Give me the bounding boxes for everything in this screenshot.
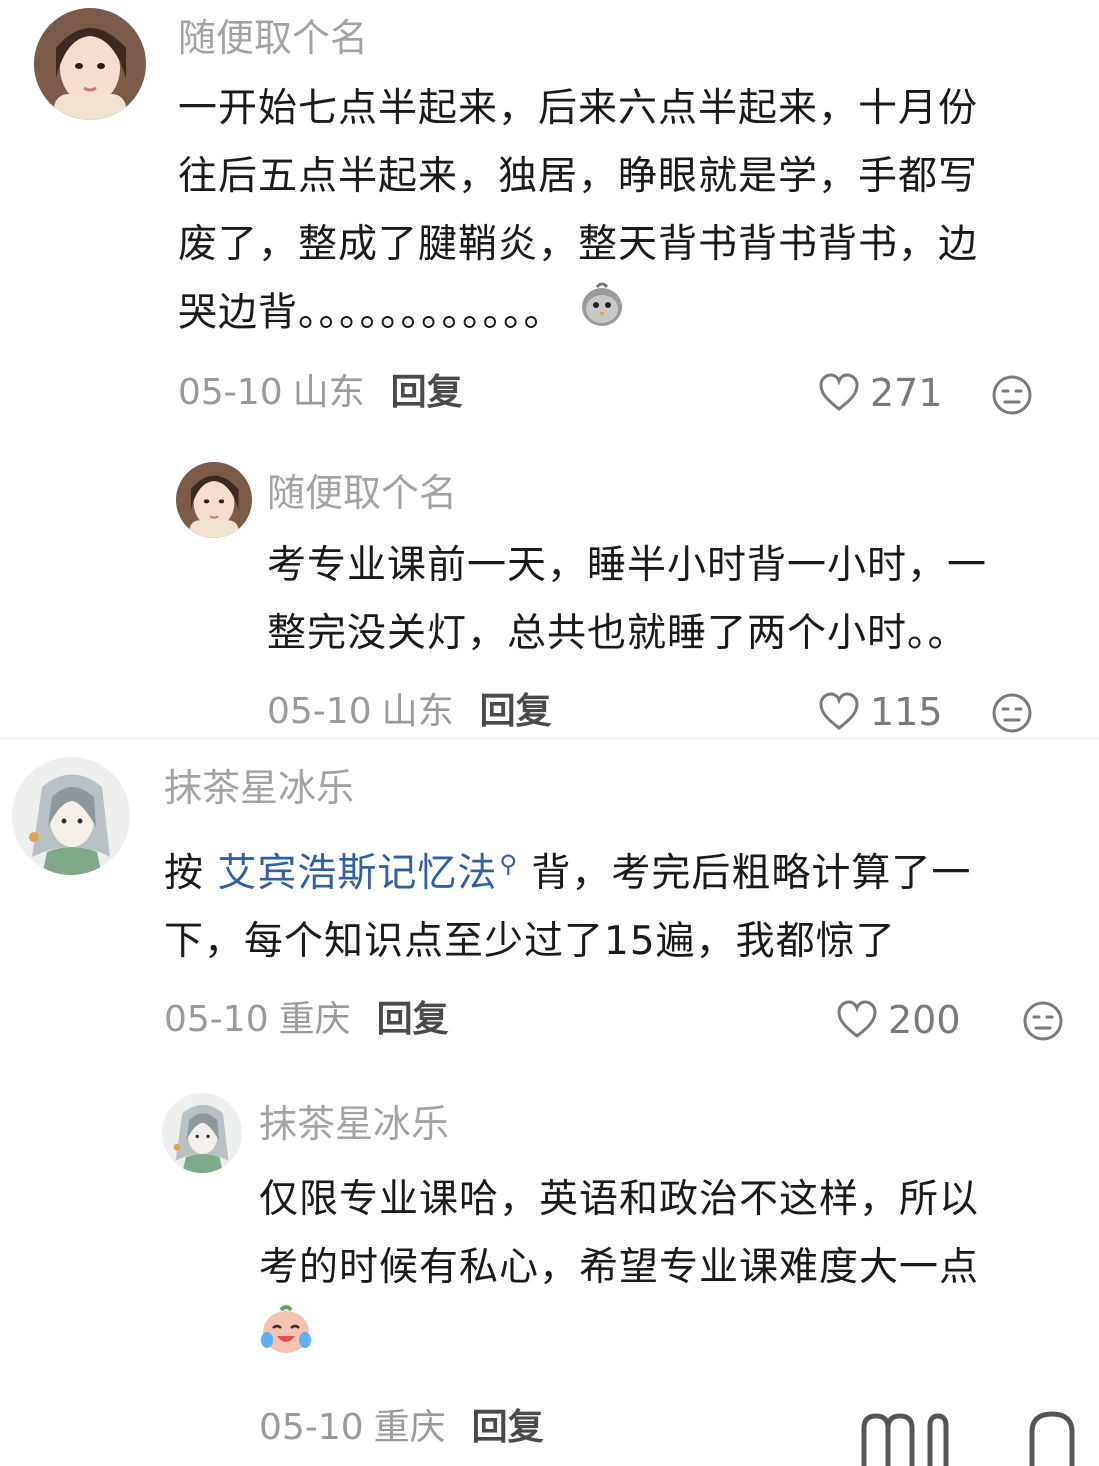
comment-line: 往后五点半起来，独居，睁眼就是学，手都写 <box>178 154 979 199</box>
comment-line-last: 哭边背。。。。。。。。。。。。 <box>178 279 978 351</box>
search-icon[interactable]: ⚲ <box>499 850 518 878</box>
neutral-face-icon[interactable] <box>1022 1000 1064 1042</box>
reply-username[interactable]: 随便取个名 <box>267 470 457 516</box>
comment-line: 废了，整成了腱鞘炎，整天背书背书背书，边 <box>178 222 979 267</box>
comment-date: 05-10 <box>178 372 283 413</box>
reply-username[interactable]: 抹茶星冰乐 <box>259 1101 449 1147</box>
like-count: 200 <box>888 998 961 1042</box>
reply-date: 05-10 <box>267 691 372 732</box>
heart-outline-icon[interactable] <box>858 1406 958 1466</box>
reply-line: 整完没关灯，总共也就睡了两个小时。。 <box>267 611 968 656</box>
heart-outline-icon <box>837 1000 877 1038</box>
like-button[interactable]: 200 <box>836 995 961 1045</box>
comment-line: 下，每个知识点至少过了15遍，我都惊了 <box>164 919 896 964</box>
heart-outline-icon <box>819 373 859 411</box>
text-prefix: 按 <box>164 851 218 896</box>
avatar-user-2[interactable] <box>12 757 130 875</box>
reply-button[interactable]: 回复 <box>391 372 463 413</box>
reply-meta: 05-10 重庆 回复 <box>259 1403 544 1453</box>
like-button[interactable]: 271 <box>818 368 943 418</box>
text-suffix: 背，考完后粗略计算了一 <box>518 851 972 896</box>
avatar-user-1[interactable] <box>34 8 146 120</box>
avatar-reply-1[interactable] <box>176 462 252 538</box>
neutral-face-icon[interactable] <box>991 692 1033 734</box>
like-count: 271 <box>870 371 943 415</box>
reply-button[interactable]: 回复 <box>480 691 552 732</box>
avatar-reply-2[interactable] <box>162 1093 242 1173</box>
thread-divider <box>0 738 1099 739</box>
reply-line: 仅限专业课哈，英语和政治不这样，所以 <box>259 1177 980 1222</box>
comment-username[interactable]: 随便取个名 <box>178 15 368 61</box>
crying-laughing-emoji <box>259 1302 313 1378</box>
like-count: 115 <box>870 690 943 734</box>
reply-line: 考的时候有私心，希望专业课难度大一点 <box>259 1245 980 1290</box>
reply-button[interactable]: 回复 <box>472 1407 544 1448</box>
comment-location: 重庆 <box>278 999 351 1040</box>
comment-text: 按 艾宾浩斯记忆法⚲ 背，考完后粗略计算了一 下，每个知识点至少过了15遍，我都… <box>164 830 971 976</box>
reply-text: 仅限专业课哈，英语和政治不这样，所以 考的时候有私心，希望专业课难度大一点 <box>259 1166 979 1378</box>
topic-link[interactable]: 艾宾浩斯记忆法 <box>217 851 497 896</box>
comment-meta: 05-10 重庆 回复 <box>164 995 449 1045</box>
like-button[interactable]: 115 <box>818 687 943 737</box>
comment-text: 一开始七点半起来，后来六点半起来，十月份 往后五点半起来，独居，睁眼就是学，手都… <box>178 75 978 351</box>
reply-meta: 05-10 山东 回复 <box>267 687 552 737</box>
reply-line: 考专业课前一天，睡半小时背一小时，一 <box>267 543 988 588</box>
comment-meta: 05-10 山东 回复 <box>178 368 463 418</box>
comment-line-first: 按 艾宾浩斯记忆法⚲ 背，考完后粗略计算了一 <box>164 830 971 908</box>
comment-line: 哭边背。。。。。。。。。。。。 <box>178 290 564 336</box>
comment-username[interactable]: 抹茶星冰乐 <box>164 765 354 811</box>
neutral-face-icon[interactable] <box>1022 1406 1082 1466</box>
reply-location: 重庆 <box>373 1407 446 1448</box>
comment-date: 05-10 <box>164 999 269 1040</box>
crying-chick-emoji <box>577 279 627 351</box>
reply-button[interactable]: 回复 <box>377 999 449 1040</box>
reply-text: 考专业课前一天，睡半小时背一小时，一 整完没关灯，总共也就睡了两个小时。。 <box>267 532 987 668</box>
comment-line: 一开始七点半起来，后来六点半起来，十月份 <box>178 86 979 131</box>
neutral-face-icon[interactable] <box>991 374 1033 416</box>
reply-location: 山东 <box>381 691 454 732</box>
comment-location: 山东 <box>292 372 365 413</box>
heart-outline-icon <box>819 692 859 730</box>
reply-emoji-line <box>259 1302 979 1378</box>
reply-date: 05-10 <box>259 1407 364 1448</box>
